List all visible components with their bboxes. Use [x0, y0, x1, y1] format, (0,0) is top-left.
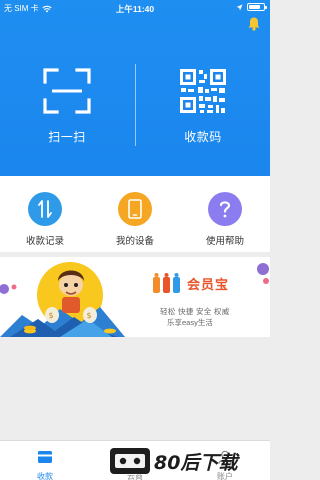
function-row: 收款记录 我的设备 使用帮助 [0, 176, 270, 252]
help-icon-bg [208, 192, 242, 226]
bell-icon[interactable] [246, 16, 262, 32]
qr-code-button[interactable]: 收款码 [153, 68, 253, 145]
svg-text:$: $ [87, 311, 92, 320]
scan-button[interactable]: 扫一扫 [17, 68, 117, 145]
question-icon [219, 201, 231, 218]
promo-banner[interactable]: $ $ 会员宝 轻松 快捷 安全 权威 乐享easy生活 [0, 257, 270, 337]
svg-text:$: $ [49, 311, 54, 320]
my-devices-label: 我的设备 [115, 236, 154, 247]
banner-decoration [257, 263, 269, 284]
transfer-icon [38, 200, 52, 218]
help-button[interactable]: 使用帮助 [180, 192, 270, 247]
brand-name: 会员宝 [187, 276, 230, 292]
clock: 上午11:40 [115, 4, 155, 14]
watermark-text: 80后下载 [154, 452, 240, 474]
wallet-icon [38, 451, 52, 463]
my-devices-icon-bg [118, 192, 152, 226]
status-bar: 无 SIM 卡 上午11:40 [0, 0, 270, 16]
banner-illustration: $ $ [0, 262, 125, 337]
scan-label: 扫一扫 [48, 130, 86, 144]
scan-icon [43, 68, 91, 114]
battery-icon [247, 3, 267, 11]
payment-records-icon-bg [28, 192, 62, 226]
tablet-icon [128, 199, 142, 219]
my-devices-button[interactable]: 我的设备 [90, 192, 180, 247]
watermark: 80后下载 [110, 448, 240, 474]
battery-level [249, 5, 261, 9]
tab-collect[interactable]: 收款 [0, 441, 90, 480]
qr-code-icon [180, 69, 226, 113]
tab-collect-label: 收款 [37, 472, 53, 480]
banner-slogan-line2: 乐享easy生活 [167, 318, 213, 327]
payment-records-label: 收款记录 [25, 236, 64, 247]
header-divider [135, 64, 136, 146]
qr-code-label: 收款码 [184, 130, 222, 144]
help-label: 使用帮助 [205, 236, 244, 247]
brand-logo-icon [153, 273, 180, 293]
banner-slogan-line1: 轻松 快捷 安全 权威 [160, 307, 230, 316]
status-right [236, 3, 267, 11]
payment-records-button[interactable]: 收款记录 [0, 192, 90, 247]
location-arrow-icon [236, 4, 243, 10]
header: 无 SIM 卡 上午11:40 扫一扫 收款码 [0, 0, 270, 176]
brand-lockup: 会员宝 [152, 273, 229, 293]
